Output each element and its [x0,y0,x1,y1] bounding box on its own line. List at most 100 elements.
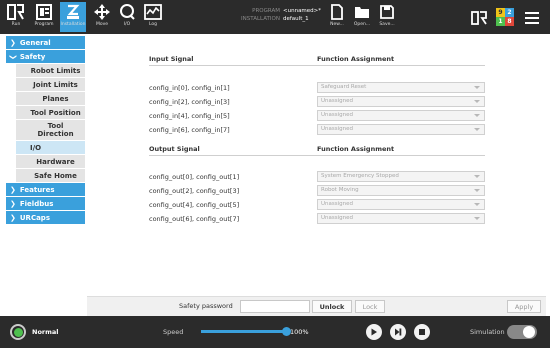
chevron-down-icon [474,203,480,206]
io-icon [118,2,136,22]
program-key: PROGRAM [252,8,280,14]
stop-button[interactable] [414,324,430,340]
sidebar-item-tool-position[interactable]: Tool Position [16,106,85,119]
dropdown-value: Unassigned [321,201,353,207]
play-icon [371,328,377,336]
output-signal-label: config_out[0], config_out[1] [149,173,240,181]
input-assignment-dropdown[interactable]: Unassigned [317,110,485,121]
speed-slider-fill [201,330,286,333]
folder-icon [353,2,371,22]
installation-icon [64,2,82,22]
sidebar-item-general[interactable]: ❯ General [6,36,85,49]
sidebar-item-label: Features [19,185,55,194]
divider [149,65,485,66]
badge-digit: 8 [505,17,514,26]
sidebar-item-label: Safety [19,52,46,61]
dropdown-value: Unassigned [321,112,353,118]
io-tab-label: I/O [123,22,131,27]
input-assignment-dropdown[interactable]: Unassigned [317,124,485,135]
bottom-bar: Normal Speed 100% Simulation [0,316,550,348]
sidebar-item-io[interactable]: I/O [16,141,85,154]
save-button[interactable]: Save... [375,2,399,32]
chevron-down-icon [474,100,480,103]
chevron-down-icon [474,175,480,178]
hamburger-menu-icon[interactable] [524,10,540,24]
dropdown-value: Unassigned [321,215,353,221]
output-signal-label: config_out[4], config_out[5] [149,201,240,209]
speed-label: Speed [163,328,184,336]
top-bar: Run Program Installation Move I/O Log PR… [0,0,550,34]
divider [149,155,485,156]
run-tab[interactable]: Run [4,2,28,32]
dropdown-value: System Emergency Stopped [321,173,399,179]
open-button-label: Open... [353,22,371,27]
log-tab-label: Log [148,22,158,27]
sidebar-item-urcaps[interactable]: ❯ URCaps [6,211,85,224]
sidebar-item-label: General [19,38,51,47]
sidebar-item-safe-home[interactable]: Safe Home [16,169,85,182]
safety-password-bar: Safety password Unlock Lock Apply [87,296,546,316]
new-button[interactable]: New... [325,2,349,32]
chevron-down-icon [474,189,480,192]
unlock-button[interactable]: Unlock [312,300,352,313]
sidebar-item-label: Robot Limits [30,66,81,75]
sidebar-item-label: Tool Direction [37,122,74,138]
output-assignment-dropdown[interactable]: Unassigned [317,199,485,210]
output-assignment-dropdown[interactable]: System Emergency Stopped [317,171,485,182]
chevron-down-icon: ❯ [8,53,17,60]
simulation-label: Simulation [470,328,505,336]
move-tab[interactable]: Move [90,2,114,32]
output-signal-label: config_out[6], config_out[7] [149,215,240,223]
urcap-toolbar-icon[interactable] [471,10,489,25]
log-tab[interactable]: Log [141,2,165,32]
apply-button[interactable]: Apply [507,300,541,313]
sidebar-item-safety[interactable]: ❯ Safety [6,50,85,63]
dropdown-value: Unassigned [321,98,353,104]
output-signal-header: Output Signal [149,145,200,153]
speed-badge[interactable]: 9 2 1 8 [496,8,514,26]
save-button-label: Save... [379,22,395,27]
input-assignment-dropdown[interactable]: Safeguard Reset [317,82,485,93]
sidebar-item-label: I/O [30,143,42,152]
sidebar-item-planes[interactable]: Planes [16,92,85,105]
ur-logo-icon [7,2,25,22]
toggle-knob [523,326,535,338]
safety-password-input[interactable] [240,300,310,313]
save-icon [378,2,396,22]
dropdown-value: Robot Moving [321,187,359,193]
simulation-toggle[interactable] [507,325,537,339]
sidebar-item-joint-limits[interactable]: Joint Limits [16,78,85,91]
badge-digit: 2 [505,8,514,17]
sidebar-item-label: Joint Limits [33,80,78,89]
program-name: <unnamed>* [283,8,322,14]
input-signal-header: Input Signal [149,55,194,63]
installation-tab-label: Installation [60,22,86,27]
play-button[interactable] [366,324,382,340]
output-assignment-dropdown[interactable]: Unassigned [317,213,485,224]
stop-icon [419,329,425,335]
sidebar-item-label: URCaps [19,213,50,222]
badge-digit: 9 [496,8,505,17]
speed-slider[interactable] [201,327,291,336]
program-tab[interactable]: Program [32,2,56,32]
chevron-down-icon [474,114,480,117]
input-assignment-dropdown[interactable]: Unassigned [317,96,485,107]
output-assignment-dropdown[interactable]: Robot Moving [317,185,485,196]
lock-button[interactable]: Lock [355,300,385,313]
installation-tab[interactable]: Installation [60,2,86,32]
sidebar-item-robot-limits[interactable]: Robot Limits [16,64,85,77]
speed-value: 100% [290,328,309,336]
chevron-down-icon [474,217,480,220]
sidebar-item-tool-direction[interactable]: Tool Direction [16,120,85,140]
step-button[interactable] [390,324,406,340]
sidebar-item-fieldbus[interactable]: ❯ Fieldbus [6,197,85,210]
move-icon [93,2,111,22]
sidebar-item-features[interactable]: ❯ Features [6,183,85,196]
sidebar-item-hardware[interactable]: Hardware [16,155,85,168]
chevron-down-icon [474,86,480,89]
io-tab[interactable]: I/O [115,2,139,32]
open-button[interactable]: Open... [350,2,374,32]
program-tab-label: Program [34,22,54,27]
installation-name: default_1 [283,16,309,22]
robot-status-icon[interactable] [10,324,26,340]
